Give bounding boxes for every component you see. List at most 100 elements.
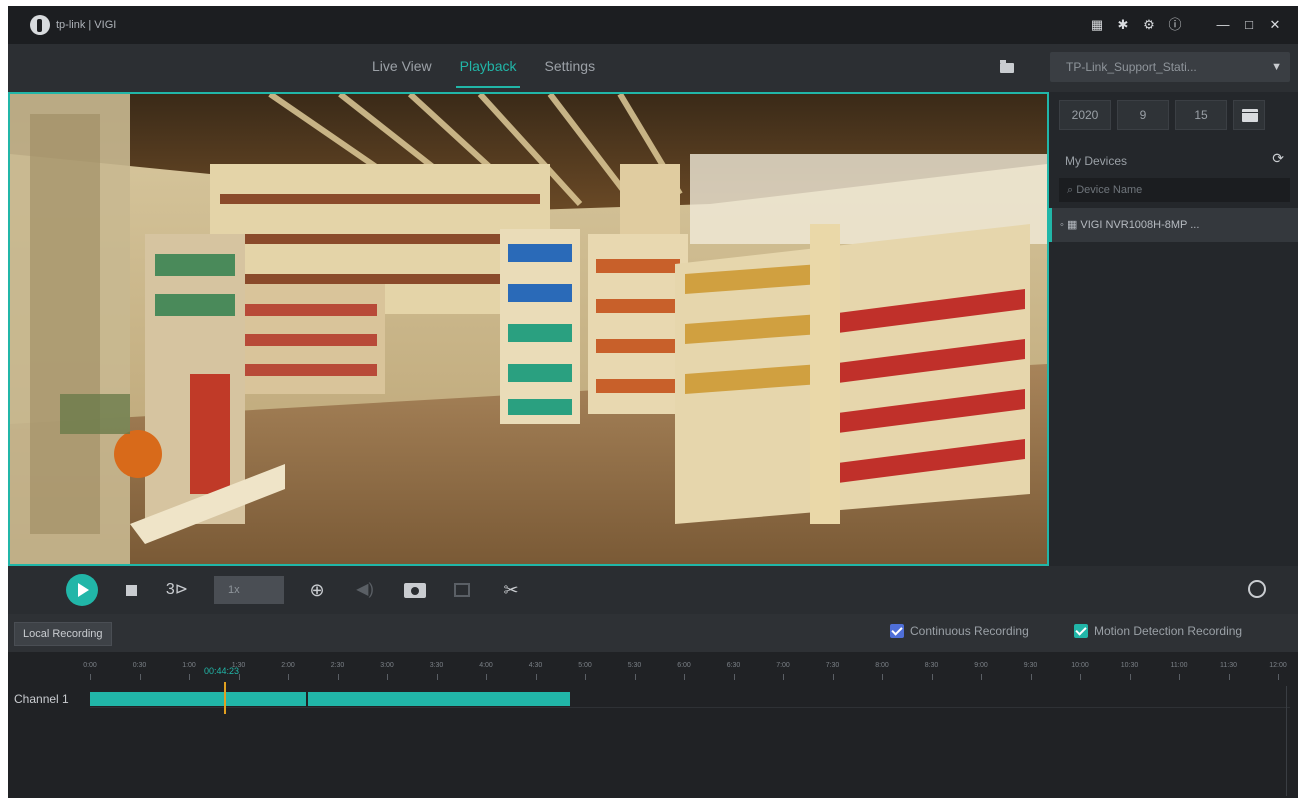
stop-icon[interactable] (126, 585, 137, 596)
continuous-recording-label: Continuous Recording (910, 624, 1029, 638)
snapshot-icon[interactable] (404, 583, 426, 598)
timeline-tick-label: 5:30 (627, 662, 642, 669)
timeline-tick-label: 4:30 (528, 662, 543, 669)
app-logo: tp-link | VIGI (30, 15, 116, 35)
recording-segment[interactable] (308, 692, 570, 706)
play-icon[interactable] (66, 574, 98, 606)
monitor-icon[interactable]: ▦ (1084, 14, 1110, 36)
site-select-value: TP-Link_Support_Stati... (1066, 60, 1197, 74)
local-recording-button[interactable]: Local Recording (14, 622, 112, 646)
timeline-tick-label: 10:00 (1071, 662, 1089, 669)
timeline-tick (981, 674, 982, 680)
tab-live-view[interactable]: Live View (358, 44, 446, 92)
gear-icon[interactable]: ⚙ (1136, 14, 1162, 36)
tab-playback[interactable]: Playback (446, 44, 531, 92)
motion-detection-checkbox[interactable]: Motion Detection Recording (1074, 624, 1242, 638)
timeline-tick (1228, 674, 1230, 680)
timeline-tick-label: 0:00 (83, 662, 97, 669)
volume-icon[interactable]: ◀) (352, 576, 378, 604)
device-search-input[interactable]: ⌕ Device Name (1059, 178, 1290, 202)
continuous-recording-checkbox[interactable]: Continuous Recording (890, 624, 1029, 638)
timeline-tick-label: 8:30 (924, 662, 939, 669)
timeline-tick-label: 12:00 (1269, 662, 1287, 669)
device-search-placeholder: Device Name (1076, 184, 1143, 196)
timeline[interactable]: 0:00 0:30 1:00 1:30 2:00 2:30 3:00 3:30 4:00 4:30… (8, 652, 1298, 798)
video-player[interactable] (8, 92, 1049, 566)
timeline-tick-label: 7:00 (776, 662, 790, 669)
tab-settings[interactable]: Settings (530, 44, 609, 92)
year-field[interactable]: 2020 (1059, 100, 1111, 130)
timeline-tick-label: 8:00 (875, 662, 889, 669)
timeline-tick-label: 2:00 (281, 662, 295, 669)
sync-icon[interactable] (1248, 580, 1266, 598)
timeline-tick (535, 674, 537, 680)
timeline-tick-label: 10:30 (1120, 662, 1139, 669)
app-title: tp-link | VIGI (56, 19, 117, 31)
recording-segment[interactable] (90, 692, 306, 706)
slow-forward-icon[interactable]: 3⊳ (164, 576, 190, 604)
timeline-tick (1278, 674, 1279, 680)
timeline-tick (436, 674, 438, 680)
refresh-icon[interactable]: ⟳ (1272, 150, 1284, 167)
timeline-tick (832, 674, 834, 680)
timeline-tick-label: 6:30 (726, 662, 741, 669)
day-field[interactable]: 15 (1175, 100, 1227, 130)
timeline-tick (733, 674, 735, 680)
speed-select[interactable]: 1x (214, 576, 284, 604)
timeline-scrollbar[interactable] (1286, 686, 1294, 796)
timeline-tick (634, 674, 636, 680)
device-list-item[interactable]: ◦ ▦ VIGI NVR1008H-8MP ... (1049, 208, 1298, 242)
cursor-time: 00:44:23 (204, 666, 240, 676)
bug-icon[interactable]: ✱ (1110, 14, 1136, 36)
timeline-tick-label: 6:00 (677, 662, 691, 669)
timeline-tick-label: 0:30 (132, 662, 147, 669)
motion-detection-label: Motion Detection Recording (1094, 624, 1243, 638)
month-field[interactable]: 9 (1117, 100, 1169, 130)
search-icon: ⌕ (1067, 184, 1077, 196)
close-icon[interactable]: ✕ (1262, 14, 1288, 36)
my-devices-title: My Devices (1065, 154, 1128, 168)
recording-options: Local Recording Continuous Recording Mot… (8, 614, 1298, 652)
playhead-cursor[interactable] (224, 682, 226, 714)
chevron-down-icon: ▼ (1271, 61, 1282, 73)
device-status-icon: ◦ ▦ (1060, 219, 1081, 231)
timeline-tick (387, 674, 388, 680)
checkbox-checked-icon (890, 624, 904, 638)
info-icon[interactable]: ⓘ (1162, 14, 1188, 36)
timeline-tick-label: 9:00 (974, 662, 988, 669)
title-bar-icons: ▦ ✱ ⚙ ⓘ — □ ✕ (1084, 14, 1288, 36)
site-select[interactable]: TP-Link_Support_Stati... ▼ (1050, 52, 1290, 82)
timeline-tick (486, 674, 487, 680)
nav-tabs: Live View Playback Settings (358, 44, 609, 92)
scissors-icon[interactable]: ✂ (498, 576, 524, 604)
timeline-tick (337, 674, 339, 680)
timeline-tick (684, 674, 685, 680)
timeline-tick-label: 4:00 (479, 662, 493, 669)
timeline-tick (1129, 674, 1131, 680)
channel-track[interactable] (90, 690, 1290, 708)
timeline-tick-label: 11:30 (1220, 662, 1237, 669)
device-name: VIGI NVR1008H-8MP ... (1080, 219, 1200, 231)
app-window: tp-link | VIGI ▦ ✱ ⚙ ⓘ — □ ✕ Live View P… (8, 6, 1298, 798)
timeline-tick (189, 674, 190, 680)
timeline-tick (288, 674, 289, 680)
zoom-in-icon[interactable]: ⊕ (304, 576, 330, 604)
timeline-tick-label: 2:30 (330, 662, 345, 669)
title-bar: tp-link | VIGI ▦ ✱ ⚙ ⓘ — □ ✕ (8, 6, 1298, 44)
timeline-tick (1080, 674, 1081, 680)
record-icon[interactable] (454, 583, 470, 597)
timeline-tick-label: 3:30 (429, 662, 444, 669)
timeline-tick-label: 7:30 (825, 662, 840, 669)
folder-icon[interactable] (998, 58, 1018, 76)
timeline-tick (585, 674, 586, 680)
minimize-icon[interactable]: — (1210, 14, 1236, 36)
calendar-icon[interactable] (1233, 100, 1265, 130)
playback-controls: 3⊳ 1x ⊕ ◀) ✂ (8, 566, 1298, 614)
date-picker: 2020 9 15 (1059, 100, 1265, 130)
timeline-tick (783, 674, 784, 680)
timeline-tick (1030, 674, 1032, 680)
maximize-icon[interactable]: □ (1236, 14, 1262, 36)
nav-bar: Live View Playback Settings TP-Link_Supp… (8, 44, 1298, 92)
timeline-tick-label: 3:00 (380, 662, 394, 669)
timeline-tick (882, 674, 883, 680)
